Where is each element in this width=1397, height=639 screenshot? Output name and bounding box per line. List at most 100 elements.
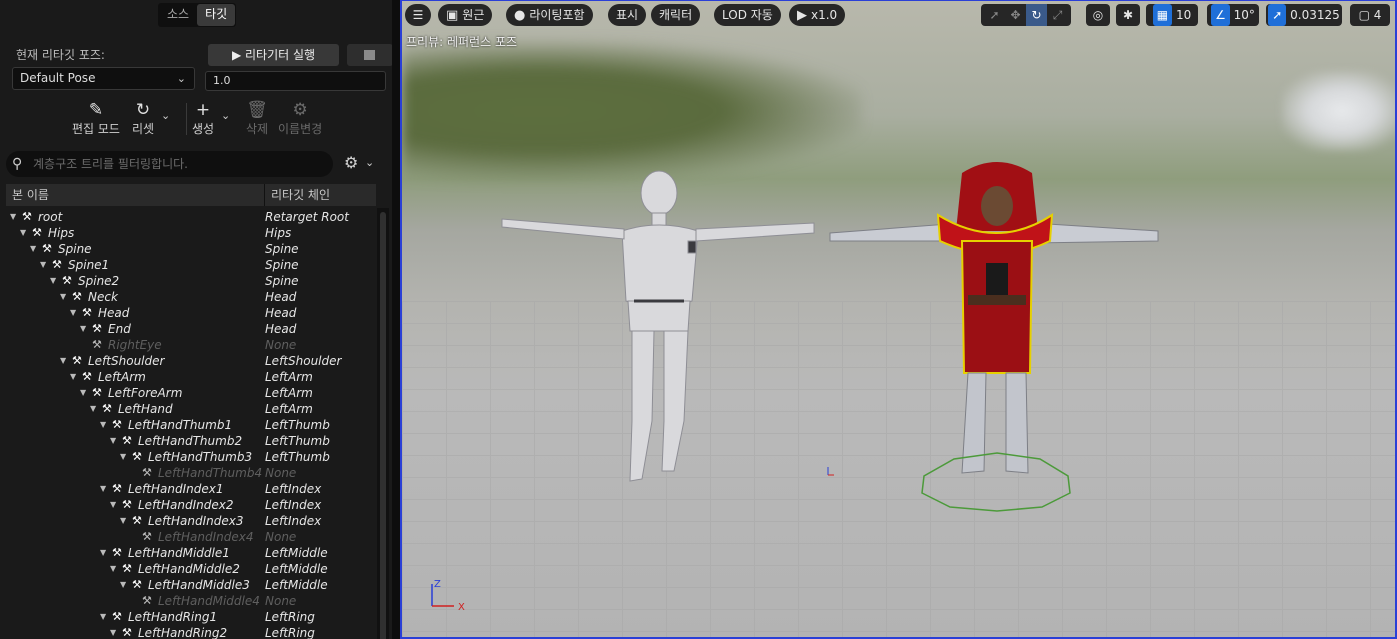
expand-arrow-icon[interactable]: ▼ bbox=[60, 353, 70, 369]
camera-speed-button[interactable]: ▢ 4 bbox=[1350, 4, 1390, 26]
scale-snap-toggle[interactable]: ➚ 0.03125 bbox=[1266, 4, 1342, 26]
expand-arrow-icon[interactable]: ▼ bbox=[100, 417, 110, 433]
expand-arrow-icon[interactable]: ▼ bbox=[10, 209, 20, 225]
grid-snap-toggle[interactable]: ▦ 10 bbox=[1146, 4, 1198, 26]
surface-snap-toggle[interactable]: ✱ bbox=[1116, 4, 1140, 26]
retarget-chain: None bbox=[265, 338, 297, 352]
show-button[interactable]: 표시 bbox=[608, 4, 647, 26]
bone-row[interactable]: ▼ ⚒ LeftForeArm LeftArm bbox=[6, 385, 378, 401]
rename-label: 이름변경 bbox=[278, 122, 323, 136]
axis-x-label: X bbox=[458, 602, 465, 613]
expand-arrow-icon[interactable]: ▼ bbox=[100, 545, 110, 561]
bone-row[interactable]: ▼ ⚒ LeftHandThumb1 LeftThumb bbox=[6, 417, 378, 433]
expand-arrow-icon[interactable]: ▼ bbox=[120, 513, 130, 529]
reset-dropdown[interactable]: ⌄ bbox=[161, 108, 170, 122]
expand-arrow-icon[interactable]: ▼ bbox=[50, 273, 60, 289]
bone-row[interactable]: ▼ ⚒ Hips Hips bbox=[6, 225, 378, 241]
bone-row[interactable]: ⚒ RightEye None bbox=[6, 337, 378, 353]
expand-arrow-icon[interactable]: ▼ bbox=[70, 369, 80, 385]
retarget-chain: Spine bbox=[265, 242, 299, 256]
expand-arrow-icon[interactable]: ▼ bbox=[120, 449, 130, 465]
bone-row[interactable]: ▼ ⚒ Neck Head bbox=[6, 289, 378, 305]
retarget-chain: Head bbox=[265, 290, 297, 304]
expand-arrow-icon[interactable]: ▼ bbox=[110, 625, 120, 639]
world-local-toggle[interactable]: ◎ bbox=[1086, 4, 1110, 26]
mannequin-character[interactable] bbox=[501, 170, 815, 482]
expand-arrow-icon[interactable]: ▼ bbox=[110, 497, 120, 513]
bone-row[interactable]: ▼ ⚒ LeftHandThumb2 LeftThumb bbox=[6, 433, 378, 449]
lighting-mode-button[interactable]: ● 라이팅포함 bbox=[506, 4, 593, 26]
bone-row[interactable]: ▼ ⚒ root Retarget Root bbox=[6, 209, 378, 225]
expand-arrow-icon[interactable]: ▼ bbox=[90, 401, 100, 417]
tab-target[interactable]: 타깃 bbox=[197, 4, 236, 26]
playback-speed-button[interactable]: ▶ x1.0 bbox=[789, 4, 846, 26]
chevron-down-icon[interactable]: ⌄ bbox=[365, 156, 374, 169]
perspective-button[interactable]: ▣ 원근 bbox=[438, 4, 493, 26]
bone-row[interactable]: ▼ ⚒ LeftHandIndex2 LeftIndex bbox=[6, 497, 378, 513]
bone-row[interactable]: ▼ ⚒ Spine1 Spine bbox=[6, 257, 378, 273]
bone-row[interactable]: ▼ ⚒ LeftHandMiddle3 LeftMiddle bbox=[6, 577, 378, 593]
bone-row[interactable]: ⚒ LeftHandThumb4 None bbox=[6, 465, 378, 481]
retarget-chain: Head bbox=[265, 322, 297, 336]
bone-row[interactable]: ▼ ⚒ LeftHandThumb3 LeftThumb bbox=[6, 449, 378, 465]
bone-row[interactable]: ▼ ⚒ LeftHandMiddle1 LeftMiddle bbox=[6, 545, 378, 561]
reset-button[interactable]: ↻ 리셋 bbox=[132, 100, 154, 137]
bone-row[interactable]: ▼ ⚒ LeftHandRing1 LeftRing bbox=[6, 609, 378, 625]
pose-select[interactable]: Default Pose ⌄ bbox=[12, 67, 195, 90]
hierarchy-search-input[interactable]: ⚲ 계층구조 트리를 필터링합니다. bbox=[6, 151, 333, 177]
expand-arrow-icon[interactable]: ▼ bbox=[120, 577, 130, 593]
expand-arrow-icon[interactable]: ▼ bbox=[20, 225, 30, 241]
stop-button[interactable] bbox=[347, 44, 392, 66]
bone-icon: ⚒ bbox=[52, 258, 62, 271]
character-button[interactable]: 캐릭터 bbox=[651, 4, 701, 26]
rename-button[interactable]: ⚙ 이름변경 bbox=[278, 100, 322, 137]
expand-arrow-icon[interactable]: ▼ bbox=[80, 385, 90, 401]
column-bone-name[interactable]: 본 이름 bbox=[12, 184, 49, 206]
bone-row[interactable]: ▼ ⚒ Spine Spine bbox=[6, 241, 378, 257]
expand-arrow-icon[interactable]: ▼ bbox=[30, 241, 40, 257]
column-retarget-chain[interactable]: 리타깃 체인 bbox=[271, 184, 330, 206]
expand-arrow-icon[interactable]: ▼ bbox=[70, 305, 80, 321]
expand-arrow-icon[interactable]: ▼ bbox=[110, 561, 120, 577]
bone-row[interactable]: ▼ ⚒ Spine2 Spine bbox=[6, 273, 378, 289]
translate-icon[interactable]: ✥ bbox=[1005, 4, 1026, 26]
create-button[interactable]: + 생성 bbox=[192, 100, 214, 137]
bone-row[interactable]: ▼ ⚒ LeftHand LeftArm bbox=[6, 401, 378, 417]
delete-button[interactable]: 🗑 삭제 bbox=[246, 100, 268, 137]
viewport-menu-button[interactable]: ☰ bbox=[405, 4, 431, 26]
bone-row[interactable]: ⚒ LeftHandIndex4 None bbox=[6, 529, 378, 545]
retarget-chain: LeftRing bbox=[265, 626, 315, 639]
expand-arrow-icon[interactable]: ▼ bbox=[40, 257, 50, 273]
bone-row[interactable]: ⚒ LeftHandMiddle4 None bbox=[6, 593, 378, 609]
column-divider[interactable] bbox=[264, 184, 265, 206]
pose-blend-input[interactable]: 1.0 bbox=[205, 71, 386, 91]
rotation-snap-toggle[interactable]: ∠ 10° bbox=[1207, 4, 1259, 26]
expand-arrow-icon[interactable]: ▼ bbox=[100, 481, 110, 497]
bone-row[interactable]: ▼ ⚒ LeftShoulder LeftShoulder bbox=[6, 353, 378, 369]
rotate-icon[interactable]: ↻ bbox=[1026, 4, 1047, 26]
expand-arrow-icon[interactable]: ▼ bbox=[80, 321, 90, 337]
bone-row[interactable]: ▼ ⚒ Head Head bbox=[6, 305, 378, 321]
tab-source[interactable]: 소스 bbox=[159, 4, 197, 26]
bone-row[interactable]: ▼ ⚒ LeftHandIndex3 LeftIndex bbox=[6, 513, 378, 529]
scale-icon[interactable]: ⤢ bbox=[1047, 4, 1068, 26]
bone-row[interactable]: ▼ ⚒ LeftArm LeftArm bbox=[6, 369, 378, 385]
bone-row[interactable]: ▼ ⚒ LeftHandRing2 LeftRing bbox=[6, 625, 378, 639]
expand-arrow-icon[interactable]: ▼ bbox=[100, 609, 110, 625]
lod-button[interactable]: LOD 자동 bbox=[714, 4, 781, 26]
edit-mode-button[interactable]: ✎ 편집 모드 bbox=[72, 100, 120, 137]
create-dropdown[interactable]: ⌄ bbox=[221, 108, 230, 122]
knight-character[interactable] bbox=[829, 162, 1159, 512]
expand-arrow-icon[interactable]: ▼ bbox=[110, 433, 120, 449]
expand-arrow-icon[interactable]: ▼ bbox=[60, 289, 70, 305]
bone-row[interactable]: ▼ ⚒ LeftHandIndex1 LeftIndex bbox=[6, 481, 378, 497]
bone-row[interactable]: ▼ ⚒ End Head bbox=[6, 321, 378, 337]
panel-splitter[interactable] bbox=[392, 0, 400, 639]
preview-viewport[interactable]: ☰ ▣ 원근 ● 라이팅포함 표시 캐릭터 LOD 자동 ▶ x1.0 ➚ ✥ ↻ ⤢ ◎ … bbox=[400, 0, 1397, 639]
select-icon[interactable]: ➚ bbox=[984, 4, 1005, 26]
bone-icon: ⚒ bbox=[142, 530, 152, 543]
run-retargeter-button[interactable]: ▶ 리타기터 실행 bbox=[208, 44, 339, 66]
settings-gear-icon[interactable]: ⚙ bbox=[344, 153, 358, 172]
bone-row[interactable]: ▼ ⚒ LeftHandMiddle2 LeftMiddle bbox=[6, 561, 378, 577]
scrollbar[interactable] bbox=[380, 212, 386, 639]
